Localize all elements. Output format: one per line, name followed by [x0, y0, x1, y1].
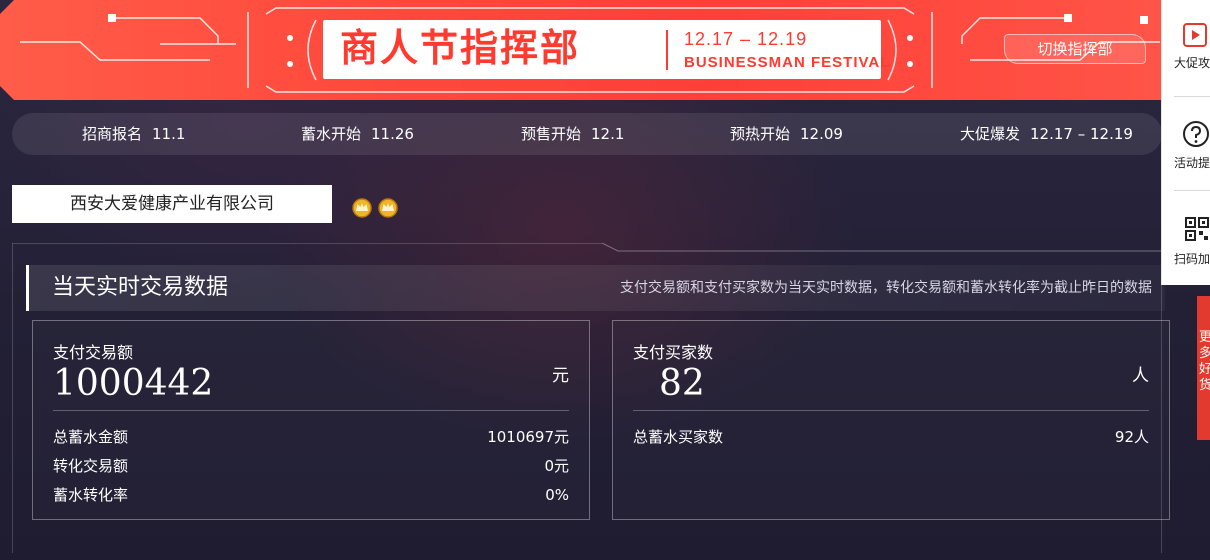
timeline-item-burst: 大促爆发 12.17 – 12.19 [960, 113, 1133, 155]
card-divider [633, 410, 1149, 411]
stat-value: 92人 [1114, 428, 1149, 446]
banner-divider [666, 30, 668, 70]
timeline-date: 12.09 [800, 125, 843, 143]
card-label: 支付买家数 [633, 343, 714, 362]
timeline-date: 12.17 – 12.19 [1030, 125, 1133, 143]
stat-value: 0元 [544, 457, 569, 475]
play-icon [1183, 23, 1207, 47]
payment-amount-card: 支付交易额 1000442 元 总蓄水金额 1010697元 转化交易额 0元 … [32, 320, 590, 520]
banner-dates: 12.17 – 12.19 [684, 29, 808, 49]
stat-row: 总蓄水金额 1010697元 [53, 425, 569, 449]
festival-timeline: 招商报名 11.1 蓄水开始 11.26 预售开始 12.1 预热开始 12.09 大促… [12, 113, 1162, 155]
stat-value: 1010697元 [487, 428, 569, 446]
timeline-label: 大促爆发 [960, 125, 1021, 143]
timeline-label: 蓄水开始 [301, 125, 362, 143]
card-label: 支付交易额 [53, 343, 134, 362]
card-unit: 元 [552, 366, 569, 386]
stat-value: 0% [545, 486, 569, 504]
timeline-date: 12.1 [591, 125, 625, 143]
stat-label: 总蓄水金额 [53, 428, 129, 446]
realtime-data-panel: 当天实时交易数据 支付交易额和支付买家数为当天实时数据，转化交易额和蓄水转化率为… [12, 243, 1170, 553]
side-promo-tab-text: 更多好货 [1199, 330, 1210, 393]
timeline-date: 11.26 [371, 125, 414, 143]
panel-title: 当天实时交易数据 [52, 275, 229, 300]
stat-label: 总蓄水买家数 [633, 428, 724, 446]
stat-label: 蓄水转化率 [53, 486, 129, 504]
qrcode-icon [1185, 217, 1209, 241]
dock-divider [1174, 96, 1210, 97]
timeline-item-storage: 蓄水开始 11.26 [301, 113, 414, 155]
switch-command-button[interactable]: 切换指挥部 [1004, 34, 1146, 64]
stat-row: 总蓄水买家数 92人 [633, 425, 1149, 449]
stat-row: 蓄水转化率 0% [53, 483, 569, 507]
help-icon [1183, 121, 1209, 147]
timeline-label: 预热开始 [730, 125, 791, 143]
panel-note: 支付交易额和支付买家数为当天实时数据，转化交易额和蓄水转化率为截止昨日的数据 [620, 280, 1152, 296]
stat-row: 转化交易额 0元 [53, 454, 569, 478]
timeline-label: 预售开始 [521, 125, 582, 143]
dock-item-promo-guide[interactable]: 大促攻 [1162, 0, 1210, 75]
card-value: 82 [659, 363, 705, 404]
banner-subtitle: BUSINESSMAN FESTIVAL [684, 54, 891, 71]
dock-label: 大促攻 [1174, 56, 1210, 70]
card-unit: 人 [1132, 366, 1149, 386]
timeline-item-signup: 招商报名 11.1 [82, 113, 185, 155]
dock-divider [1174, 190, 1210, 191]
crown-icon [352, 198, 372, 218]
dock-item-activity-tips[interactable]: 活动提 [1162, 100, 1210, 175]
card-divider [53, 410, 569, 411]
payment-buyers-card: 支付买家数 82 人 总蓄水买家数 92人 [612, 320, 1170, 520]
dock-label: 活动提 [1174, 156, 1210, 170]
timeline-label: 招商报名 [82, 125, 143, 143]
banner-title: 商人节指挥部 [340, 28, 581, 70]
timeline-item-presale: 预售开始 12.1 [521, 113, 624, 155]
dock-label: 扫码加 [1174, 252, 1210, 266]
timeline-item-warmup: 预热开始 12.09 [730, 113, 843, 155]
dock-item-scan-code[interactable]: 扫码加 [1162, 196, 1210, 271]
company-name: 西安大爱健康产业有限公司 [12, 185, 332, 223]
crown-icon [378, 198, 398, 218]
timeline-date: 11.1 [152, 125, 186, 143]
stat-label: 转化交易额 [53, 457, 129, 475]
right-dock: 大促攻 活动提 扫码加 [1161, 0, 1210, 285]
card-value: 1000442 [53, 363, 214, 404]
